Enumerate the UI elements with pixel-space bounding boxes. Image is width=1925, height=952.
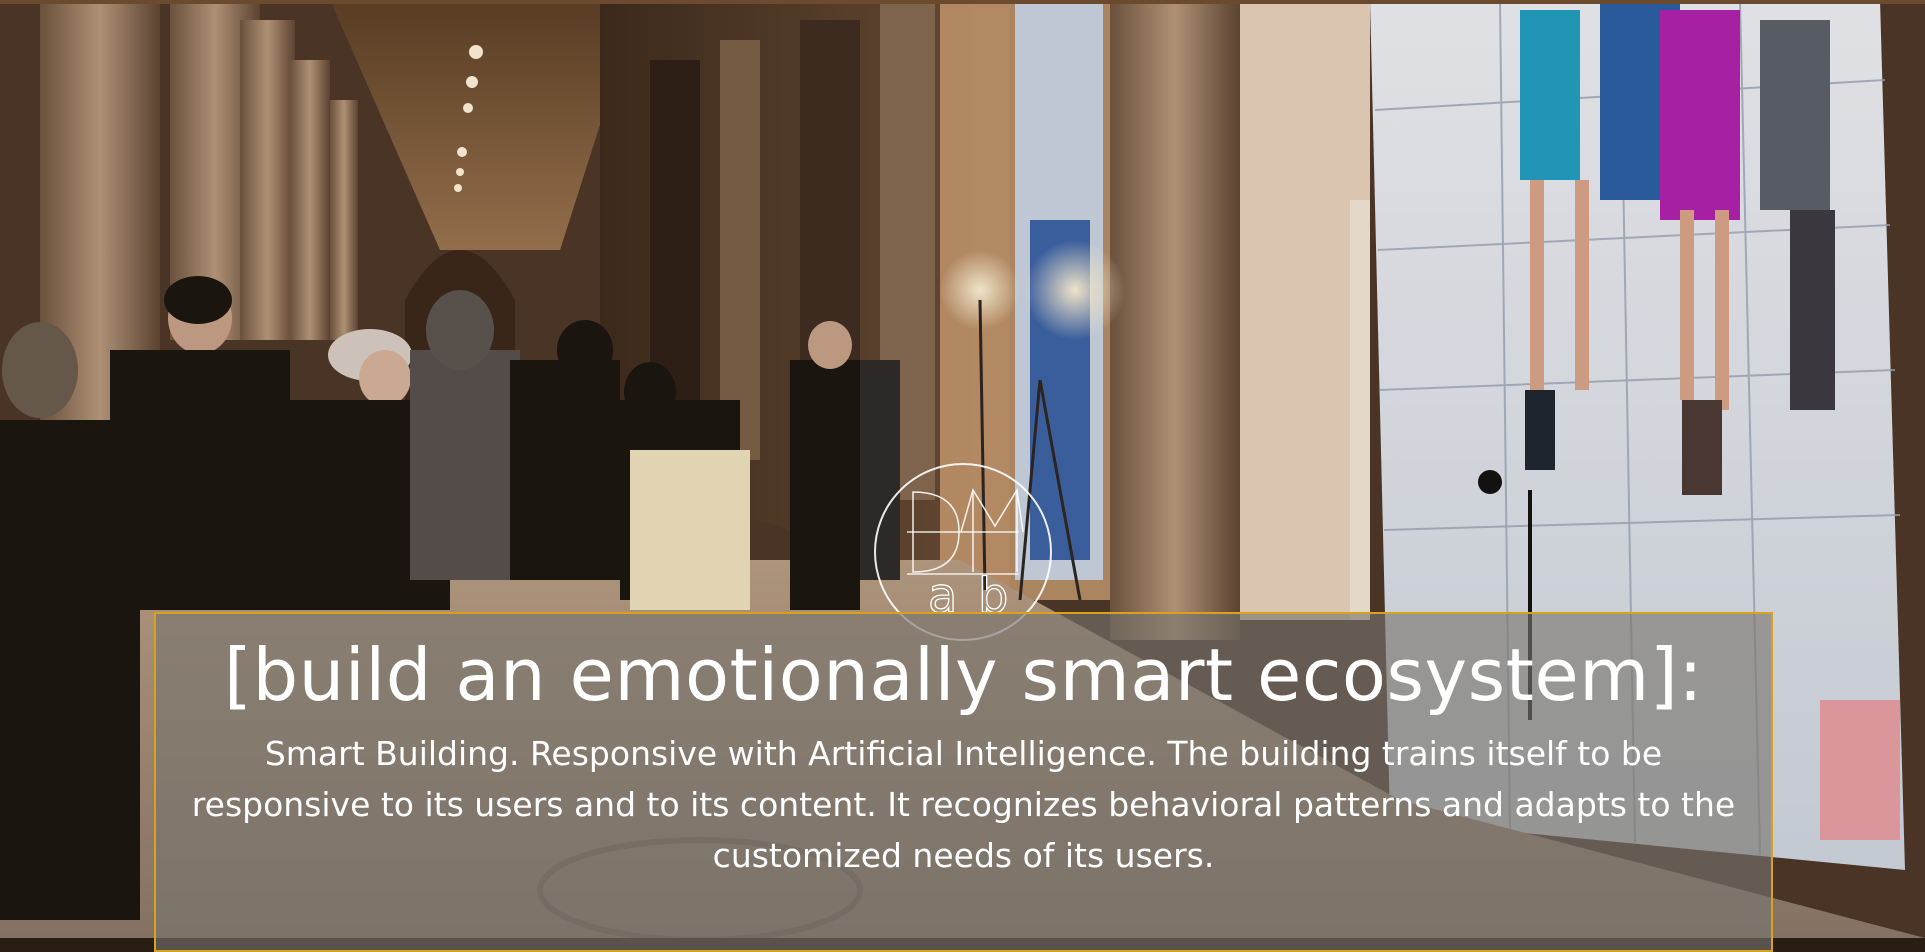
top-border [0, 0, 1925, 4]
slide-body-text: Smart Building. Responsive with Artifici… [191, 734, 1736, 875]
slide-headline: [build an emotionally smart ecosystem]: [223, 633, 1704, 717]
